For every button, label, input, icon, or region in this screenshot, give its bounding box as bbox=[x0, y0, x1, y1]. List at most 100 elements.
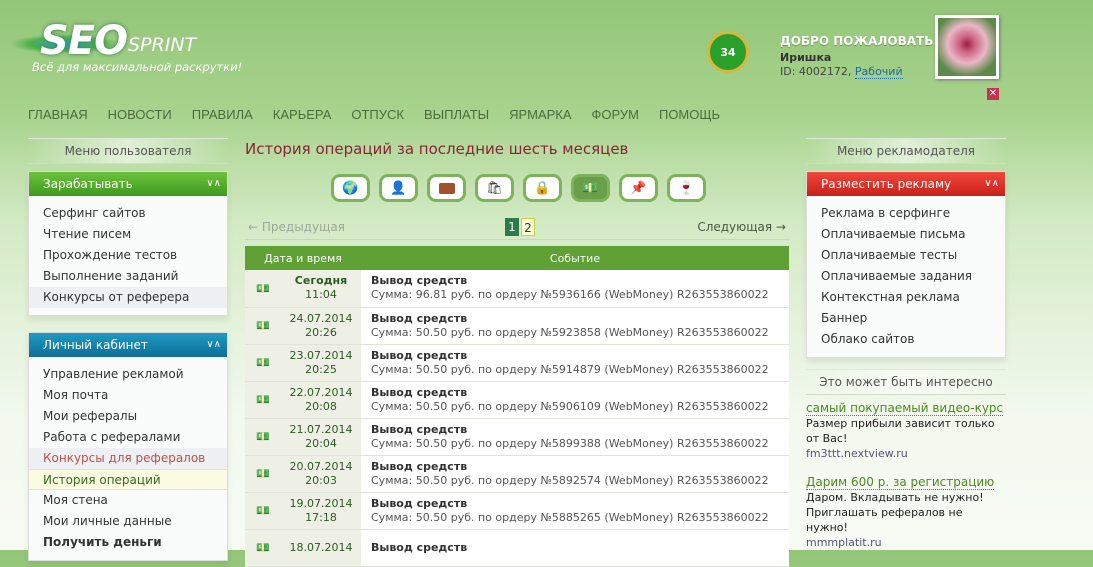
promo-url[interactable]: fm3ttt.nextview.ru bbox=[806, 446, 1006, 461]
menu-item-mail[interactable]: Моя почта bbox=[29, 385, 227, 406]
interest-title: Это может быть интересно bbox=[806, 369, 1006, 395]
row-date: 19.07.2014 bbox=[289, 496, 353, 510]
logo-subtext: SPRINT bbox=[128, 34, 197, 56]
column-header-datetime: Дата и время bbox=[245, 246, 361, 270]
menu-item-referral-contests[interactable]: Конкурсы для рефералов bbox=[29, 448, 227, 469]
nav-vacation[interactable]: ОТПУСК bbox=[351, 107, 404, 122]
menu-item-tasks[interactable]: Выполнение заданий bbox=[29, 266, 227, 287]
menu-item-ad-management[interactable]: Управление рекламой bbox=[29, 364, 227, 385]
menu-item-personal-data[interactable]: Мои личные данные bbox=[29, 511, 227, 532]
user-icon[interactable]: 👤 bbox=[379, 174, 418, 202]
wine-glass-icon[interactable]: 🍷 bbox=[667, 174, 706, 202]
ads-menu-label: Разместить рекламу bbox=[821, 177, 952, 191]
nav-payouts[interactable]: ВЫПЛАТЫ bbox=[424, 107, 489, 122]
table-row: 💵 18.07.2014 Вывод средств bbox=[245, 529, 789, 567]
cabinet-menu-label: Личный кабинет bbox=[43, 338, 148, 352]
cabinet-menu-header[interactable]: Личный кабинет ∨∧ bbox=[29, 333, 227, 357]
row-datetime: 21.07.2014 20:04 bbox=[281, 418, 361, 456]
row-time: 20:03 bbox=[305, 473, 337, 487]
collapse-chevron-icon[interactable]: ∨∧ bbox=[206, 333, 221, 357]
interest-block: Это может быть интересно самый покупаемы… bbox=[806, 369, 1006, 550]
promo-item: самый покупаемый видео-курс Размер прибы… bbox=[806, 401, 1006, 461]
money-icon: 💵 bbox=[245, 344, 281, 382]
menu-item-referral-work[interactable]: Работа с рефералами bbox=[29, 427, 227, 448]
nav-home[interactable]: ГЛАВНАЯ bbox=[28, 107, 88, 122]
row-date: 23.07.2014 bbox=[289, 348, 353, 362]
pagination: ← Предыдущая 1 2 Следующая → bbox=[245, 218, 789, 240]
menu-item-tests[interactable]: Прохождение тестов bbox=[29, 245, 227, 266]
promo-link[interactable]: самый покупаемый видео-курс bbox=[806, 401, 1004, 416]
event-title: Вывод средств bbox=[371, 422, 468, 436]
menu-item-wall[interactable]: Моя стена bbox=[29, 490, 227, 511]
row-event: Вывод средств Сумма: 50.50 руб. по ордеру… bbox=[361, 418, 789, 456]
shopping-bag-icon[interactable]: 🛍 bbox=[475, 174, 514, 202]
nav-rules[interactable]: ПРАВИЛА bbox=[192, 107, 253, 122]
row-event: Вывод средств Сумма: 50.50 руб. по ордеру… bbox=[361, 307, 789, 345]
menu-item-letters[interactable]: Чтение писем bbox=[29, 224, 227, 245]
menu-item-paid-letters[interactable]: Оплачиваемые письма bbox=[807, 224, 1005, 245]
row-time: 17:18 bbox=[305, 510, 337, 524]
lock-edit-icon[interactable]: 🔒 bbox=[523, 174, 562, 202]
page-2-button[interactable]: 2 bbox=[521, 218, 535, 236]
menu-item-referrer-contests[interactable]: Конкурсы от реферера bbox=[29, 287, 227, 308]
table-row: 💵 22.07.2014 20:08 Вывод средств Сумма: 50… bbox=[245, 381, 789, 419]
slogan: Всё для максимальной раскрутки! bbox=[32, 60, 243, 74]
welcome-block: ДОБРО ПОЖАЛОВАТЬ Иришка ID: 4002172, Раб… bbox=[780, 34, 933, 79]
user-status-link[interactable]: Рабочий bbox=[854, 65, 903, 79]
event-title: Вывод средств bbox=[371, 348, 468, 362]
event-title: Вывод средств bbox=[371, 459, 468, 473]
menu-item-paid-tests[interactable]: Оплачиваемые тесты bbox=[807, 245, 1005, 266]
next-page-link[interactable]: Следующая → bbox=[697, 220, 786, 234]
logout-close-icon[interactable]: ✕ bbox=[987, 88, 999, 100]
avatar[interactable] bbox=[935, 15, 999, 79]
nav-help[interactable]: ПОМОЩЬ bbox=[659, 107, 720, 122]
nav-fair[interactable]: ЯРМАРКА bbox=[509, 107, 571, 122]
event-title: Вывод средств bbox=[371, 385, 468, 399]
row-event: Вывод средств bbox=[361, 529, 789, 567]
ads-menu-header[interactable]: Разместить рекламу ∨∧ bbox=[807, 172, 1005, 196]
menu-item-paid-tasks[interactable]: Оплачиваемые задания bbox=[807, 266, 1005, 287]
row-date: 24.07.2014 bbox=[289, 311, 353, 325]
menu-item-surf-ads[interactable]: Реклама в серфинге bbox=[807, 203, 1005, 224]
pushpin-icon[interactable]: 📌 bbox=[619, 174, 658, 202]
nav-forum[interactable]: ФОРУМ bbox=[592, 107, 639, 122]
earn-menu-header[interactable]: Зарабатывать ∨∧ bbox=[29, 172, 227, 196]
wallet-icon[interactable] bbox=[427, 174, 466, 202]
site-logo[interactable]: SEO SPRINT Всё для максимальной раскрутк… bbox=[10, 14, 250, 84]
event-details: Сумма: 50.50 руб. по ордеру №5892574 (We… bbox=[371, 473, 769, 487]
earn-menu-label: Зарабатывать bbox=[43, 177, 133, 191]
money-icon: 💵 bbox=[245, 492, 281, 530]
table-row: 💵 19.07.2014 17:18 Вывод средств Сумма: 50… bbox=[245, 492, 789, 530]
menu-item-site-cloud[interactable]: Облако сайтов bbox=[807, 329, 1005, 350]
money-icon: 💵 bbox=[245, 381, 281, 419]
collapse-chevron-icon[interactable]: ∨∧ bbox=[984, 172, 999, 196]
logo-text: SEO bbox=[40, 18, 128, 64]
page-1-button[interactable]: 1 bbox=[505, 218, 519, 236]
menu-item-surfing[interactable]: Серфинг сайтов bbox=[29, 203, 227, 224]
menu-item-referrals[interactable]: Мои рефералы bbox=[29, 406, 227, 427]
row-time: 20:26 bbox=[305, 325, 337, 339]
nav-news[interactable]: НОВОСТИ bbox=[108, 107, 172, 122]
user-id: ID: 4002172, bbox=[780, 65, 852, 78]
event-details: Сумма: 50.50 руб. по ордеру №5906109 (We… bbox=[371, 399, 769, 413]
event-details: Сумма: 50.50 руб. по ордеру №5914879 (We… bbox=[371, 362, 769, 376]
row-event: Вывод средств Сумма: 50.50 руб. по ордеру… bbox=[361, 344, 789, 382]
money-icon[interactable]: 💵 bbox=[571, 174, 610, 202]
nav-career[interactable]: КАРЬЕРА bbox=[273, 107, 332, 122]
collapse-chevron-icon[interactable]: ∨∧ bbox=[206, 172, 221, 196]
prev-page-link[interactable]: ← Предыдущая bbox=[248, 220, 345, 234]
row-event: Вывод средств Сумма: 96.81 руб. по ордеру… bbox=[361, 270, 789, 308]
money-icon: 💵 bbox=[245, 270, 281, 308]
user-menu-title: Меню пользователя bbox=[28, 138, 228, 164]
row-datetime: 24.07.2014 20:26 bbox=[281, 307, 361, 345]
globe-icon[interactable]: 🌍 bbox=[331, 174, 370, 202]
promo-description: Размер прибыли зависит только от Вас! bbox=[806, 417, 995, 445]
promo-url[interactable]: mmmplatit.ru bbox=[806, 535, 1006, 550]
menu-item-banner[interactable]: Баннер bbox=[807, 308, 1005, 329]
menu-item-context-ads[interactable]: Контекстная реклама bbox=[807, 287, 1005, 308]
ads-menu: Разместить рекламу ∨∧ Реклама в серфинге … bbox=[806, 171, 1006, 358]
promo-link[interactable]: Дарим 600 р. за регистрацию bbox=[806, 475, 995, 490]
money-icon: 💵 bbox=[245, 455, 281, 493]
menu-item-history-active[interactable]: История операций bbox=[29, 469, 227, 490]
row-datetime: 18.07.2014 bbox=[281, 529, 361, 567]
